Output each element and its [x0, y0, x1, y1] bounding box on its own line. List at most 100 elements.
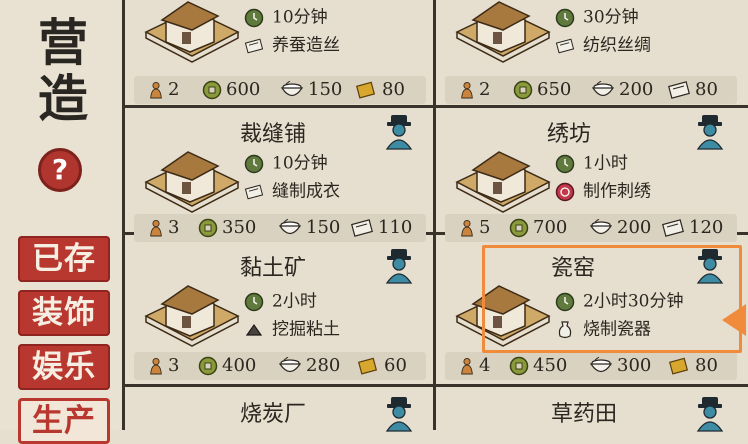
bowl-icon	[589, 219, 613, 237]
silk-icon	[244, 36, 264, 56]
cost-coins: 700	[509, 214, 567, 242]
clay-icon	[245, 323, 263, 336]
ingot-icon	[356, 357, 380, 375]
product-row: 养蚕造丝	[244, 32, 340, 58]
category-decoration-button[interactable]: 装饰	[18, 290, 110, 336]
building-card-charcoal[interactable]: 烧炭厂	[126, 388, 429, 430]
cost-bar: 3 350 150 110	[134, 214, 426, 242]
sidebar: 营 造 ? 已存 装饰 娱乐 生产	[0, 0, 124, 444]
building-name: 黏土矿	[240, 256, 307, 281]
ingot-icon	[354, 81, 378, 99]
building-image	[451, 136, 555, 214]
cost-material: 80	[667, 352, 718, 380]
person-icon	[459, 357, 475, 375]
cost-workers: 5	[459, 214, 490, 242]
bowl-icon	[280, 81, 304, 99]
cost-coins: 600	[202, 76, 260, 104]
cost-bar: 2 600 150 80	[134, 76, 426, 104]
building-card-tailor[interactable]: 裁缝铺 10分钟 缝制成衣 3 350 150 110	[126, 110, 429, 242]
building-card-embroidery[interactable]: 绣坊 1小时 制作刺绣 5 700 200 120	[437, 110, 740, 242]
building-image	[140, 270, 244, 348]
person-icon	[148, 81, 164, 99]
page-title-char-1: 营	[38, 13, 88, 72]
product-row: 缝制成衣	[244, 178, 340, 204]
building-image	[140, 0, 244, 64]
coin-icon	[509, 218, 529, 238]
cost-material: 80	[667, 76, 718, 104]
building-card-weaving[interactable]: 30分钟 纺织丝绸 2 650 200 80	[437, 0, 740, 108]
coin-icon	[198, 356, 218, 376]
silk-roll-icon	[667, 81, 691, 99]
category-entertainment-button[interactable]: 娱乐	[18, 344, 110, 390]
cost-food: 200	[591, 76, 653, 104]
row-divider-3	[122, 384, 748, 387]
cost-bar: 5 700 200 120	[445, 214, 737, 242]
clothes-icon	[244, 182, 264, 202]
building-card-clay-mine[interactable]: 黏土矿 2小时 挖掘粘土 3 400 280 60	[126, 244, 429, 380]
page-title-char-2: 造	[38, 69, 88, 128]
person-icon	[459, 81, 475, 99]
grid-divider-center	[433, 0, 436, 430]
bowl-icon	[278, 219, 302, 237]
help-button[interactable]: ?	[38, 148, 82, 192]
worker-icon	[695, 396, 725, 432]
worker-icon	[695, 114, 725, 150]
category-production-button[interactable]: 生产	[18, 398, 110, 444]
cost-food: 300	[589, 352, 651, 380]
build-time-row: 1小时	[555, 150, 628, 176]
cost-material: 80	[354, 76, 405, 104]
cost-bar: 2 650 200 80	[445, 76, 737, 104]
embroidery-icon	[555, 182, 575, 201]
coin-icon	[513, 80, 533, 100]
cost-workers: 3	[148, 352, 179, 380]
building-card-silkworm[interactable]: 10分钟 养蚕造丝 2 600 150 80	[126, 0, 429, 108]
build-time-row: 2小时	[244, 288, 317, 314]
person-icon	[459, 219, 475, 237]
product-row: 制作刺绣	[555, 178, 651, 204]
building-image	[451, 0, 555, 64]
clock-icon	[244, 8, 264, 28]
cost-workers: 3	[148, 214, 179, 242]
cost-material: 110	[350, 214, 412, 242]
cost-bar: 3 400 280 60	[134, 352, 426, 380]
cost-workers: 4	[459, 352, 490, 380]
coin-icon	[198, 218, 218, 238]
cost-food: 200	[589, 214, 651, 242]
cost-workers: 2	[459, 76, 490, 104]
building-name: 草药田	[551, 402, 618, 427]
building-image	[140, 136, 244, 214]
product-row: 挖掘粘土	[244, 316, 340, 342]
selection-highlight	[482, 245, 742, 353]
person-icon	[148, 219, 164, 237]
clock-icon	[244, 154, 264, 174]
cost-coins: 350	[198, 214, 256, 242]
product-row: 纺织丝绸	[555, 32, 651, 58]
cost-coins: 650	[513, 76, 571, 104]
coin-icon	[509, 356, 529, 376]
worker-icon	[384, 248, 414, 284]
bowl-icon	[591, 81, 615, 99]
cost-bar: 4 450 300 80	[445, 352, 737, 380]
clock-icon	[244, 292, 264, 312]
cost-material: 120	[661, 214, 723, 242]
building-card-herb-field[interactable]: 草药田	[437, 388, 740, 430]
bowl-icon	[589, 357, 613, 375]
building-name: 裁缝铺	[240, 122, 307, 147]
build-time-row: 30分钟	[555, 4, 639, 30]
cost-food: 150	[278, 214, 340, 242]
category-stored-button[interactable]: 已存	[18, 236, 110, 282]
ingot-icon	[667, 357, 691, 375]
worker-icon	[384, 114, 414, 150]
cost-material: 60	[356, 352, 407, 380]
cost-workers: 2	[148, 76, 179, 104]
grid-border-left	[122, 0, 125, 430]
cost-food: 150	[280, 76, 342, 104]
bowl-icon	[278, 357, 302, 375]
cost-coins: 450	[509, 352, 567, 380]
building-name: 烧炭厂	[240, 402, 307, 427]
cost-coins: 400	[198, 352, 256, 380]
cost-food: 280	[278, 352, 340, 380]
person-icon	[148, 357, 164, 375]
coin-icon	[202, 80, 222, 100]
worker-icon	[384, 396, 414, 432]
